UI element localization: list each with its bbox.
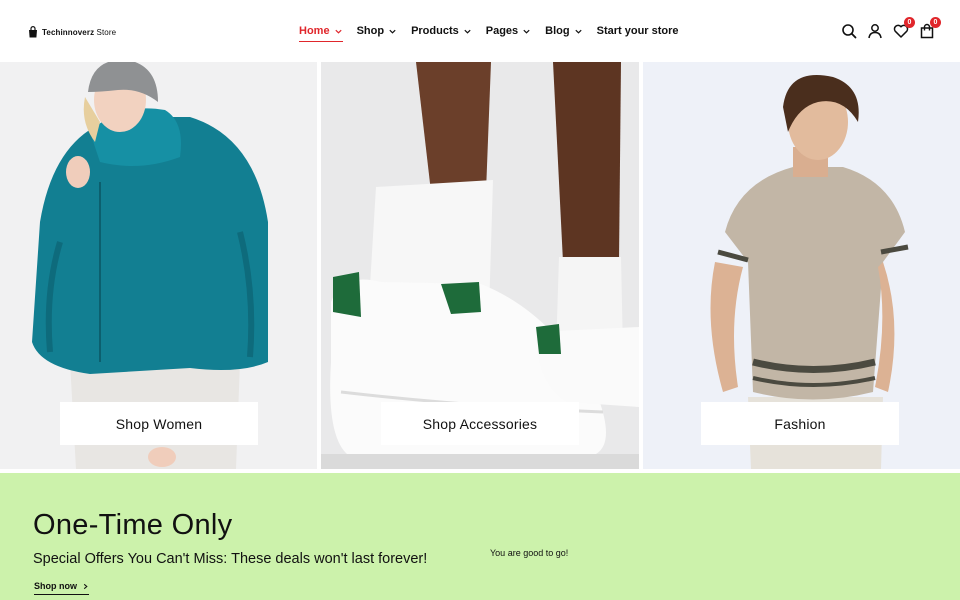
promo-subtitle: Special Offers You Can't Miss: These dea… bbox=[33, 551, 428, 567]
nav-home[interactable]: Home bbox=[299, 25, 343, 42]
user-icon bbox=[868, 24, 882, 39]
chevron-down-icon bbox=[464, 29, 471, 34]
search-icon bbox=[842, 24, 857, 39]
chevron-down-icon bbox=[334, 29, 342, 34]
cart-button[interactable]: 0 bbox=[919, 17, 941, 39]
chevron-right-icon bbox=[83, 583, 88, 589]
collection-card-accessories[interactable]: Shop Accessories bbox=[321, 62, 639, 469]
promo-title: One-Time Only bbox=[33, 509, 233, 541]
shop-women-button[interactable]: Shop Women bbox=[60, 402, 258, 445]
chevron-down-icon bbox=[389, 29, 396, 34]
account-button[interactable] bbox=[867, 23, 883, 39]
hero-collections: Shop Women Shop Accessories Fashion bbox=[0, 62, 960, 470]
store-name: Techinnoverz Store bbox=[42, 27, 117, 37]
nav-products[interactable]: Products bbox=[411, 25, 472, 37]
nav-pages[interactable]: Pages bbox=[486, 25, 531, 37]
site-header: Techinnoverz Store Home Shop Products Pa… bbox=[0, 0, 960, 62]
main-nav: Home Shop Products Pages Blog Start your… bbox=[299, 22, 679, 42]
chevron-down-icon bbox=[523, 29, 530, 34]
shop-now-link[interactable]: Shop now bbox=[34, 581, 89, 595]
promo-banner: One-Time Only Special Offers You Can't M… bbox=[0, 473, 960, 600]
shop-accessories-button[interactable]: Shop Accessories bbox=[381, 402, 579, 445]
nav-blog[interactable]: Blog bbox=[545, 25, 582, 37]
status-note: You are good to go! bbox=[490, 548, 569, 558]
wishlist-count-badge: 0 bbox=[904, 17, 915, 28]
nav-shop[interactable]: Shop bbox=[357, 25, 398, 37]
shopping-bag-icon bbox=[29, 26, 37, 38]
cart-count-badge: 0 bbox=[930, 17, 941, 28]
shop-fashion-button[interactable]: Fashion bbox=[701, 402, 899, 445]
collection-card-women[interactable]: Shop Women bbox=[0, 62, 317, 469]
search-button[interactable] bbox=[841, 23, 857, 39]
wishlist-button[interactable]: 0 bbox=[893, 17, 915, 39]
chevron-down-icon bbox=[575, 29, 582, 34]
store-logo[interactable]: Techinnoverz Store bbox=[28, 24, 116, 40]
header-actions: 0 0 bbox=[841, 17, 941, 40]
nav-start-your-store[interactable]: Start your store bbox=[597, 25, 679, 37]
collection-card-fashion[interactable]: Fashion bbox=[643, 62, 960, 469]
